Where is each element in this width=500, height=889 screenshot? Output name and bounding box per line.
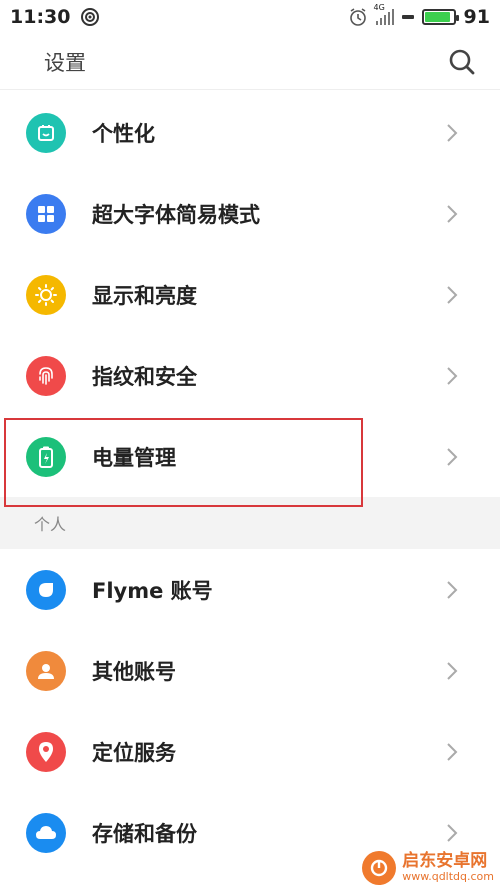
sun-icon bbox=[26, 274, 66, 315]
personalize-icon bbox=[26, 112, 66, 153]
person-icon bbox=[26, 650, 66, 691]
network-type: 4G bbox=[373, 3, 385, 12]
chevron-right-icon bbox=[447, 447, 458, 466]
watermark-logo-icon bbox=[362, 851, 397, 885]
settings-item-display-brightness[interactable]: 显示和亮度 bbox=[0, 254, 500, 335]
battery-level: 91 bbox=[463, 6, 490, 28]
status-right: 4G 91 bbox=[348, 3, 490, 28]
section-header-personal: 个人 bbox=[0, 497, 500, 549]
watermark-url: www.qdltdq.com bbox=[402, 870, 494, 884]
settings-item-personalize[interactable]: 个性化 bbox=[0, 92, 500, 173]
location-icon bbox=[26, 731, 66, 772]
chevron-right-icon bbox=[447, 742, 458, 761]
page-title: 设置 bbox=[44, 50, 86, 75]
settings-item-fingerprint-security[interactable]: 指纹和安全 bbox=[0, 335, 500, 416]
settings-item-large-font-mode[interactable]: 超大字体简易模式 bbox=[0, 173, 500, 254]
status-time: 11:30 bbox=[10, 6, 71, 28]
section-label: 个人 bbox=[34, 515, 67, 534]
settings-item-label: Flyme 账号 bbox=[92, 578, 213, 603]
status-bar: 11:30 4G 91 bbox=[0, 0, 500, 34]
settings-item-label: 电量管理 bbox=[92, 445, 176, 470]
watermark-text: 启东安卓网 www.qdltdq.com bbox=[402, 851, 494, 884]
chevron-right-icon bbox=[447, 204, 458, 223]
signal-icon: 4G bbox=[374, 3, 394, 25]
flyme-icon bbox=[26, 569, 66, 610]
alarm-icon bbox=[349, 8, 366, 26]
settings-item-label: 显示和亮度 bbox=[92, 283, 197, 308]
settings-item-label: 个性化 bbox=[92, 121, 155, 146]
chevron-right-icon bbox=[447, 580, 458, 599]
grid-icon bbox=[26, 193, 66, 234]
settings-item-location-services[interactable]: 定位服务 bbox=[0, 711, 500, 792]
settings-item-label: 指纹和安全 bbox=[92, 364, 197, 389]
status-left: 11:30 bbox=[10, 6, 100, 28]
chevron-right-icon bbox=[447, 123, 458, 142]
app-header: 设置 bbox=[0, 34, 500, 90]
chevron-right-icon bbox=[447, 366, 458, 385]
settings-item-other-accounts[interactable]: 其他账号 bbox=[0, 630, 500, 711]
battery-status-icon bbox=[421, 9, 459, 25]
chevron-right-icon bbox=[447, 661, 458, 680]
settings-item-label: 存储和备份 bbox=[92, 821, 197, 846]
hotspot-icon bbox=[81, 8, 100, 26]
battery-icon bbox=[26, 436, 66, 477]
chevron-right-icon bbox=[447, 823, 458, 842]
watermark: 启东安卓网 www.qdltdq.com bbox=[362, 851, 494, 885]
settings-item-label: 其他账号 bbox=[92, 659, 176, 684]
watermark-title: 启东安卓网 bbox=[402, 851, 488, 872]
settings-item-label: 超大字体简易模式 bbox=[92, 202, 260, 227]
chevron-right-icon bbox=[447, 285, 458, 304]
settings-item-battery-management[interactable]: 电量管理 bbox=[0, 416, 500, 497]
settings-item-flyme-account[interactable]: Flyme 账号 bbox=[0, 549, 500, 630]
settings-list: 个性化 超大字体简易模式 显示和亮度 指纹和安全 电量管理 个人 Flyme 账… bbox=[0, 92, 500, 873]
fingerprint-icon bbox=[26, 355, 66, 396]
cloud-icon bbox=[26, 812, 66, 853]
settings-item-label: 定位服务 bbox=[92, 740, 176, 765]
charging-indicator-icon bbox=[401, 15, 414, 19]
search-icon[interactable] bbox=[448, 48, 476, 76]
